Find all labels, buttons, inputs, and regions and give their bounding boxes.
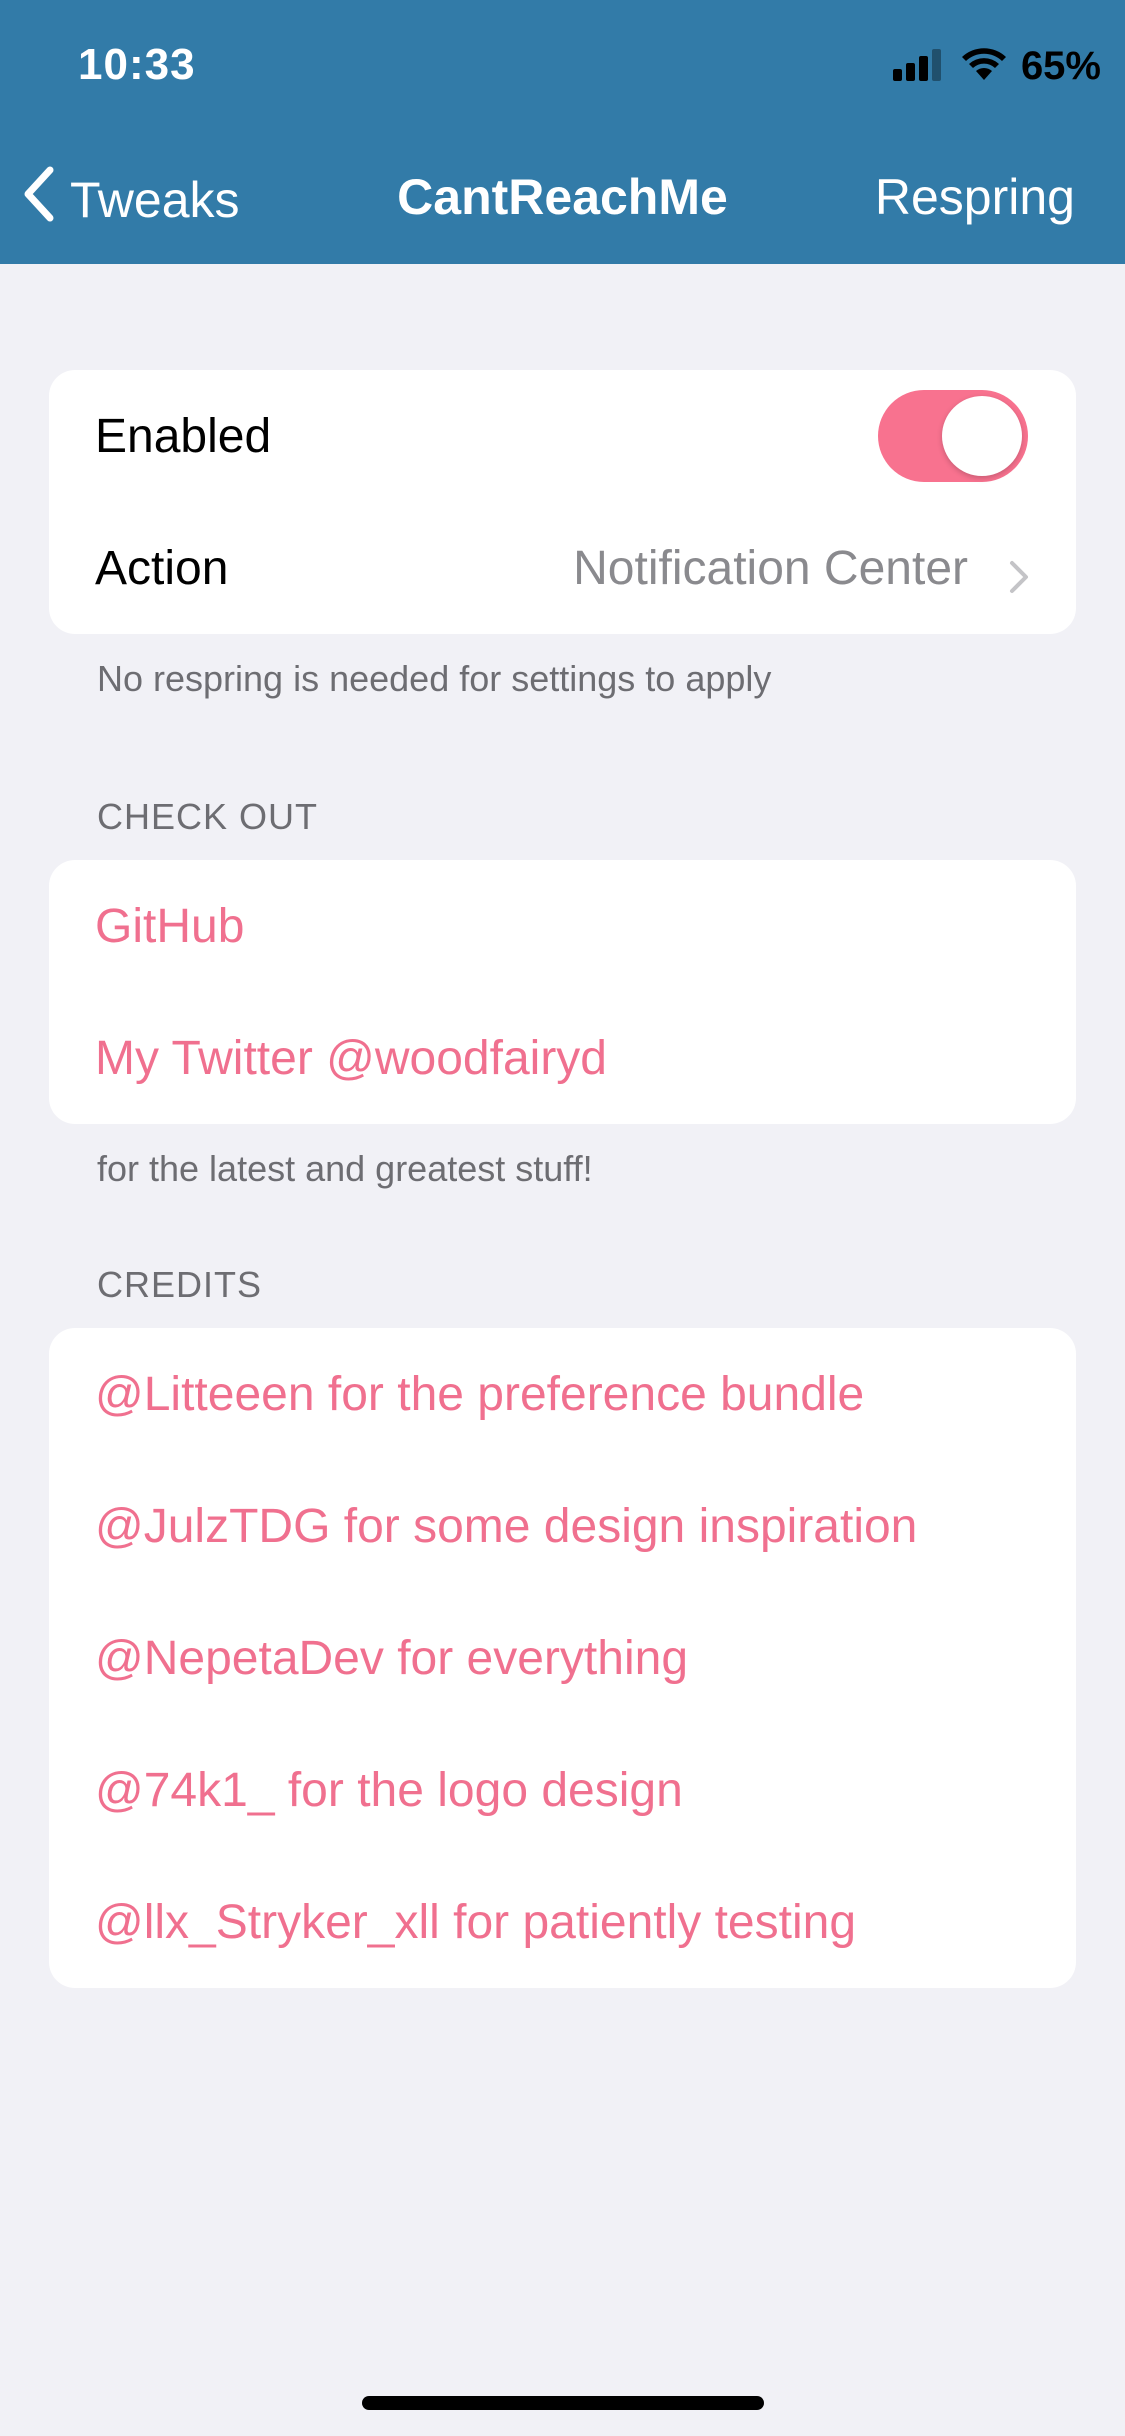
action-row[interactable]: Action Notification Center bbox=[49, 502, 1076, 634]
credit-74k1[interactable]: @74k1_ for the logo design bbox=[49, 1724, 1076, 1856]
respring-button[interactable]: Respring bbox=[875, 168, 1075, 226]
status-indicators: 65% bbox=[892, 44, 1101, 89]
status-time: 10:33 bbox=[78, 40, 196, 89]
credit-stryker[interactable]: @llx_Stryker_xll for patiently testing bbox=[49, 1856, 1076, 1988]
credits-header: CREDITS bbox=[97, 1264, 263, 1305]
enabled-label: Enabled bbox=[95, 409, 272, 463]
credit-julztdg[interactable]: @JulzTDG for some design inspiration bbox=[49, 1460, 1076, 1592]
check-out-footer: for the latest and greatest stuff! bbox=[97, 1148, 593, 1189]
toggle-knob bbox=[942, 396, 1022, 476]
twitter-link[interactable]: My Twitter @woodfairyd bbox=[49, 992, 1076, 1124]
credit-nepetadev[interactable]: @NepetaDev for everything bbox=[49, 1592, 1076, 1724]
home-indicator bbox=[362, 2396, 764, 2410]
cellular-signal-icon bbox=[892, 47, 947, 86]
enabled-row: Enabled bbox=[49, 370, 1076, 502]
credit-litteeen[interactable]: @Litteeen for the preference bundle bbox=[49, 1328, 1076, 1460]
action-value: Notification Center bbox=[573, 541, 968, 595]
battery-percentage: 65% bbox=[1020, 44, 1101, 88]
wifi-icon bbox=[961, 46, 1007, 87]
action-label: Action bbox=[95, 541, 229, 595]
github-link[interactable]: GitHub bbox=[49, 860, 1076, 992]
enabled-toggle[interactable] bbox=[878, 390, 1028, 482]
navigation-bar: 10:33 65% Tweaks CantReachMe Respring bbox=[0, 0, 1125, 264]
credits-card: @Litteeen for the preference bundle @Jul… bbox=[49, 1328, 1076, 1988]
check-out-card: GitHub My Twitter @woodfairyd bbox=[49, 860, 1076, 1124]
settings-footer: No respring is needed for settings to ap… bbox=[97, 658, 772, 699]
settings-card: Enabled Action Notification Center bbox=[49, 370, 1076, 634]
check-out-header: CHECK OUT bbox=[97, 796, 319, 837]
chevron-right-icon bbox=[1008, 552, 1030, 607]
